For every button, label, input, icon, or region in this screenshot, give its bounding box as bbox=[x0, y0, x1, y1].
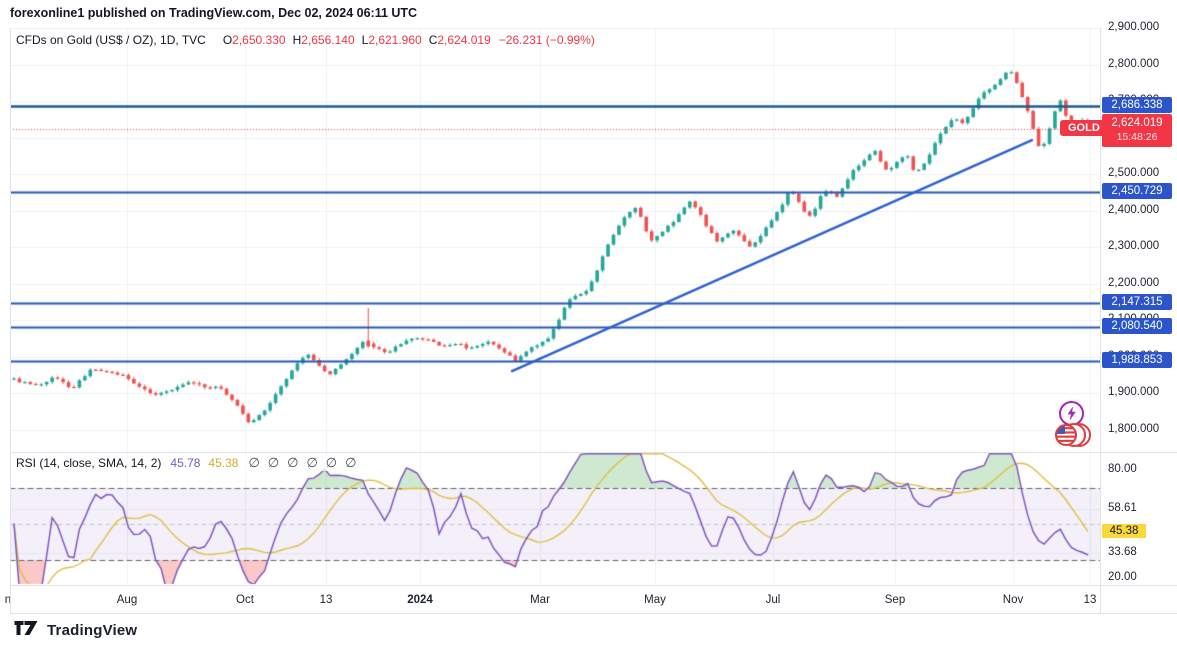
price-axis-tick: 2,400.000 bbox=[1108, 203, 1160, 216]
high-label: H bbox=[292, 33, 302, 47]
time-axis-tick: May bbox=[644, 594, 666, 606]
rsi-axis-tick: 58.61 bbox=[1108, 501, 1137, 514]
us-flag-coins-icon[interactable] bbox=[1051, 421, 1092, 454]
time-axis-tick: 2024 bbox=[407, 594, 433, 606]
rsi-legend[interactable]: RSI (14, close, SMA, 14, 2) 45.78 45.38 … bbox=[16, 455, 371, 471]
rsi-empty-value: ∅ bbox=[306, 455, 318, 470]
chart-left-border bbox=[10, 28, 11, 613]
price-axis-tick: 2,800.000 bbox=[1108, 57, 1160, 70]
price-axis-tick: 1,800.000 bbox=[1108, 423, 1160, 435]
rsi-title: RSI (14, close, SMA, 14, 2) bbox=[16, 456, 162, 470]
change-value: −26.231 (−0.99%) bbox=[498, 33, 595, 47]
rsi-axis-tick: 33.68 bbox=[1108, 546, 1137, 559]
time-axis-tick: Aug bbox=[116, 594, 138, 606]
low-value: 2,621.960 bbox=[368, 33, 422, 47]
symbol-price-tag: GOLD bbox=[1060, 119, 1108, 136]
last-price-value: 2,624.019 bbox=[1111, 116, 1163, 129]
rsi-empty-value: ∅ bbox=[325, 455, 338, 470]
high-value: 2,656.140 bbox=[301, 33, 355, 47]
rsi-empty-values: ∅ ∅ ∅ ∅ ∅ ∅ bbox=[248, 455, 364, 471]
close-label: C bbox=[428, 33, 438, 47]
price-level-badge: 2,450.729 bbox=[1102, 183, 1172, 200]
price-axis-tick: 2,300.000 bbox=[1108, 240, 1160, 253]
open-label: O bbox=[222, 33, 233, 47]
last-price-time: 15:48:26 bbox=[1116, 130, 1158, 143]
last-price-badge: 2,624.019 15:48:26 bbox=[1102, 113, 1172, 147]
tradingview-logo-icon[interactable] bbox=[14, 620, 39, 641]
price-level-badge: 1,988.853 bbox=[1102, 351, 1172, 368]
price-level-badge: 2,686.338 bbox=[1102, 97, 1172, 114]
publish-byline: forexonline1 published on TradingView.co… bbox=[10, 6, 418, 20]
time-scale-border bbox=[10, 585, 1177, 586]
footer: TradingView bbox=[14, 620, 137, 641]
price-axis-tick: 2,900.000 bbox=[1108, 21, 1160, 33]
symbol-legend[interactable]: CFDs on Gold (US$ / OZ), 1D, TVC O 2,650.… bbox=[16, 33, 595, 47]
rsi-empty-value: ∅ bbox=[345, 455, 357, 470]
open-value: 2,650.330 bbox=[232, 33, 286, 47]
price-scale-border[interactable] bbox=[1100, 28, 1101, 613]
symbol-title: CFDs on Gold (US$ / OZ), 1D, TVC bbox=[16, 33, 206, 47]
price-axis-tick: 1,900.000 bbox=[1108, 386, 1160, 399]
low-label: L bbox=[361, 33, 369, 47]
rsi-empty-value: ∅ bbox=[267, 455, 280, 470]
rsi-axis-badge: 45.38 bbox=[1102, 524, 1146, 539]
rsi-value: 45.78 bbox=[170, 456, 201, 470]
chart-canvas[interactable] bbox=[10, 28, 1100, 585]
rsi-empty-value: ∅ bbox=[248, 455, 260, 470]
time-axis-tick: 13 bbox=[319, 594, 333, 606]
time-axis-tick: Oct bbox=[236, 594, 254, 606]
rsi-axis-tick: 20.00 bbox=[1108, 571, 1137, 583]
brand-name[interactable]: TradingView bbox=[47, 622, 137, 639]
time-axis-tick: Mar bbox=[530, 594, 550, 606]
chart-bottom-border bbox=[10, 613, 1177, 614]
rsi-empty-value: ∅ bbox=[287, 455, 299, 470]
price-axis-tick: 2,200.000 bbox=[1108, 276, 1160, 289]
time-axis-tick: Nov bbox=[1002, 594, 1024, 606]
tradingview-chart-screenshot: forexonline1 published on TradingView.co… bbox=[0, 0, 1177, 650]
price-level-badge: 2,147.315 bbox=[1102, 294, 1172, 311]
time-axis-tick: Jul bbox=[765, 594, 781, 606]
time-axis-tick: Sep bbox=[884, 594, 906, 606]
time-axis-tick: 13 bbox=[1083, 594, 1097, 606]
rsi-ma-value: 45.38 bbox=[208, 456, 239, 470]
close-value: 2,624.019 bbox=[437, 33, 491, 47]
pane-separator[interactable] bbox=[10, 452, 1177, 453]
price-level-badge: 2,080.540 bbox=[1102, 318, 1172, 335]
rsi-axis-tick: 80.00 bbox=[1108, 463, 1137, 475]
price-axis-tick: 2,500.000 bbox=[1108, 167, 1160, 180]
